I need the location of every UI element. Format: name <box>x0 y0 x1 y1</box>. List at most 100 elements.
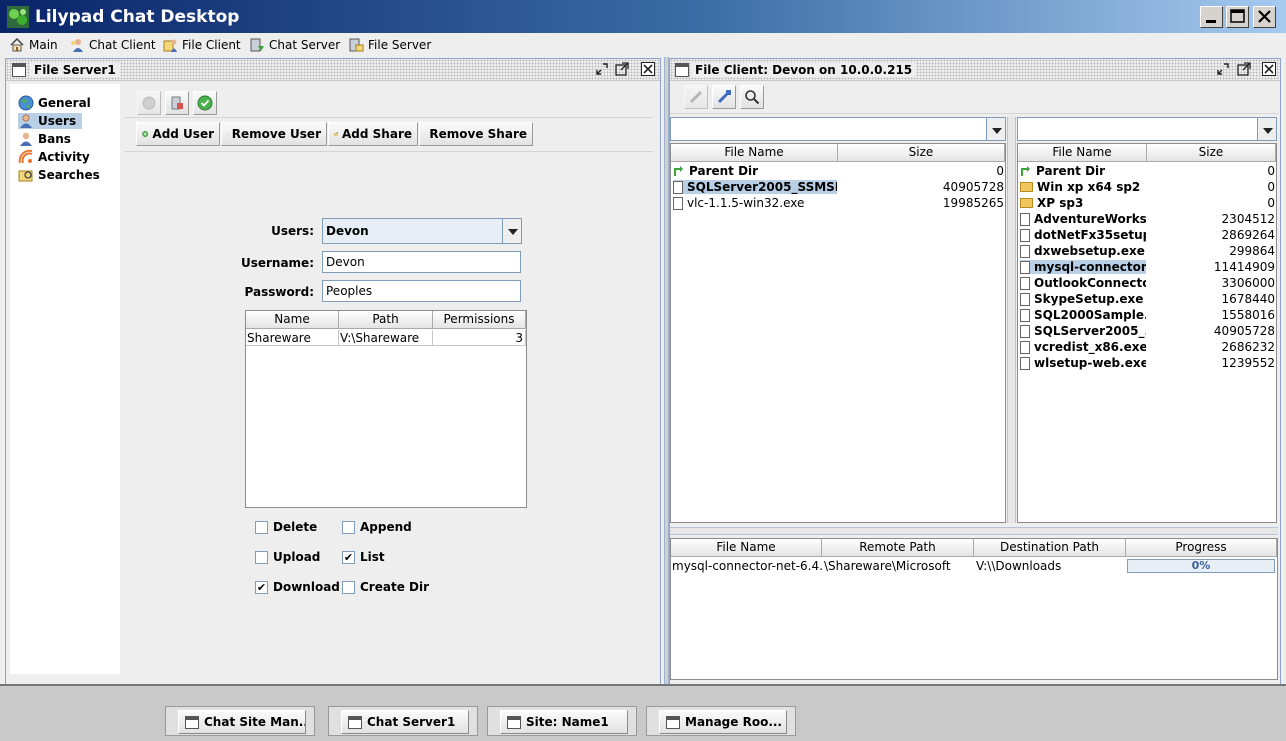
menu-file-client[interactable]: File Client <box>162 36 241 54</box>
col-header-destination-path[interactable]: Destination Path <box>974 539 1126 557</box>
col-header-remote-path[interactable]: Remote Path <box>822 539 974 557</box>
connect-button[interactable] <box>712 85 736 109</box>
col-header-progress[interactable]: Progress <box>1126 539 1277 557</box>
frame-icon <box>675 63 689 77</box>
share-path-cell[interactable]: V:\Shareware <box>339 330 433 346</box>
local-file-row[interactable]: SQLServer2005_... 40905728 <box>1020 323 1276 339</box>
local-file-row[interactable]: SkypeSetup.exe 1678440 <box>1020 291 1276 307</box>
start-server-button[interactable] <box>137 91 161 115</box>
append-checkbox[interactable]: Append <box>342 520 412 534</box>
create-dir-checkbox[interactable]: Create Dir <box>342 580 429 594</box>
chat-server-icon <box>250 38 264 52</box>
transfer-table[interactable]: File Name Remote Path Destination Path P… <box>670 538 1278 680</box>
local-file-row[interactable]: SQL2000Sample... 1558016 <box>1020 307 1276 323</box>
col-header-size[interactable]: Size <box>838 144 1005 162</box>
checkbox-checked[interactable]: ✔ <box>255 580 268 594</box>
local-file-row[interactable]: dxwebsetup.exe 299864 <box>1020 243 1276 259</box>
local-file-list[interactable]: File Name Size Parent Dir 0 Win xp x64 sp2… <box>1017 143 1277 523</box>
chevron-down-icon[interactable] <box>502 219 521 243</box>
checkbox-box[interactable] <box>342 520 355 534</box>
title-bar[interactable]: Lilypad Chat Desktop <box>0 0 1286 33</box>
local-file-row[interactable]: wlsetup-web.exe 1239552 <box>1020 355 1276 371</box>
menu-file-server[interactable]: File Server <box>348 36 431 54</box>
chevron-down-icon[interactable] <box>986 118 1005 140</box>
transfer-destination-cell[interactable]: V:\\Downloads <box>976 558 1126 574</box>
close-frame-icon[interactable] <box>641 62 655 76</box>
nav-item-users[interactable]: Users <box>18 113 83 129</box>
delete-checkbox[interactable]: Delete <box>255 520 317 534</box>
close-window-button[interactable] <box>1253 6 1276 28</box>
taskbar-chat-site-manager[interactable]: Chat Site Man... <box>165 706 315 736</box>
local-file-row[interactable]: AdventureWorks... 2304512 <box>1020 211 1276 227</box>
col-header-file-name[interactable]: File Name <box>671 539 822 557</box>
local-file-row[interactable]: vcredist_x86.exe 2686232 <box>1020 339 1276 355</box>
col-header-file-name[interactable]: File Name <box>671 144 838 162</box>
col-header-file-name[interactable]: File Name <box>1018 144 1147 162</box>
password-field[interactable]: Peoples <box>322 280 521 302</box>
upload-checkbox[interactable]: Upload <box>255 550 320 564</box>
username-field[interactable]: Devon <box>322 251 521 273</box>
local-file-row[interactable]: mysql-connector-... 11414909 <box>1020 259 1276 275</box>
taskbar-manage-rooms[interactable]: Manage Roo... <box>646 706 796 736</box>
list-splitter[interactable] <box>1007 117 1016 523</box>
close-frame-icon[interactable] <box>1262 62 1276 76</box>
file-size: 40905728 <box>1213 324 1275 338</box>
stop-server-button[interactable] <box>165 91 189 115</box>
local-file-row[interactable]: XP sp3 0 <box>1020 195 1276 211</box>
search-button[interactable] <box>740 85 764 109</box>
remote-file-row[interactable]: vlc-1.1.5-win32.exe 19985265 <box>673 195 1005 211</box>
remove-share-button[interactable]: Remove Share <box>419 122 533 146</box>
minimize-button[interactable] <box>1200 6 1223 28</box>
chevron-down-icon[interactable] <box>1257 118 1276 140</box>
menu-main[interactable]: Main <box>9 36 58 54</box>
file-server-header[interactable]: File Server1 <box>6 59 660 81</box>
minimize-frame-icon[interactable] <box>595 62 609 76</box>
col-header-permissions[interactable]: Permissions <box>433 311 526 329</box>
local-file-row[interactable]: Parent Dir 0 <box>1020 163 1276 179</box>
menu-chat-server[interactable]: Chat Server <box>249 36 340 54</box>
minimize-frame-icon[interactable] <box>1216 62 1230 76</box>
apply-button[interactable] <box>193 91 217 115</box>
add-user-button[interactable]: Add User <box>136 122 220 146</box>
nav-item-general[interactable]: General <box>18 95 97 111</box>
local-file-row[interactable]: dotNetFx35setup.... 2869264 <box>1020 227 1276 243</box>
checkbox-checked[interactable]: ✔ <box>342 550 355 564</box>
local-file-row[interactable]: OutlookConnecto... 3306000 <box>1020 275 1276 291</box>
taskbar-chat-server[interactable]: Chat Server1 <box>328 706 478 736</box>
disconnect-button[interactable] <box>684 85 708 109</box>
maximize-button[interactable] <box>1226 6 1249 28</box>
download-checkbox[interactable]: ✔ Download <box>255 580 340 594</box>
remote-file-row[interactable]: SQLServer2005_SSMSE... 40905728 <box>673 179 1005 195</box>
nav-item-searches[interactable]: Searches <box>18 167 106 183</box>
col-header-size[interactable]: Size <box>1147 144 1276 162</box>
checkbox-box[interactable] <box>255 520 268 534</box>
share-permissions-cell[interactable]: 3 <box>433 330 526 346</box>
menu-chat-client[interactable]: Chat Client <box>69 36 156 54</box>
maximize-frame-icon[interactable] <box>1237 62 1251 76</box>
minimize-icon <box>1206 20 1216 23</box>
checkbox-box[interactable] <box>342 580 355 594</box>
file-client-header[interactable]: File Client: Devon on 10.0.0.215 <box>670 59 1280 81</box>
transfer-file-cell[interactable]: mysql-connector-net-6.4.... <box>672 558 822 574</box>
checkbox-box[interactable] <box>255 550 268 564</box>
share-name-cell[interactable]: Shareware <box>246 330 339 346</box>
nav-item-activity[interactable]: Activity <box>18 149 96 165</box>
add-share-button[interactable]: Add Share <box>328 122 418 146</box>
taskbar-site-name[interactable]: Site: Name1 <box>487 706 637 736</box>
remove-user-button[interactable]: Remove User <box>221 122 327 146</box>
col-header-name[interactable]: Name <box>246 311 339 329</box>
transfer-splitter[interactable] <box>670 527 1278 535</box>
remote-file-row[interactable]: Parent Dir 0 <box>673 163 1005 179</box>
col-header-path[interactable]: Path <box>339 311 433 329</box>
nav-item-bans[interactable]: Bans <box>18 131 77 147</box>
list-checkbox[interactable]: ✔ List <box>342 550 385 564</box>
users-select[interactable]: Devon <box>322 218 522 244</box>
transfer-remote-cell[interactable]: \Shareware\Microsoft <box>824 558 974 574</box>
maximize-frame-icon[interactable] <box>615 62 629 76</box>
remote-path-select[interactable] <box>670 117 1006 141</box>
local-path-select[interactable] <box>1017 117 1277 141</box>
local-file-row[interactable]: Win xp x64 sp2 0 <box>1020 179 1276 195</box>
shares-table[interactable]: Name Path Permissions Shareware V:\Share… <box>245 310 527 508</box>
nav-item-users-label: Users <box>38 114 77 128</box>
remote-file-list[interactable]: File Name Size Parent Dir 0 SQLServer200… <box>670 143 1006 523</box>
